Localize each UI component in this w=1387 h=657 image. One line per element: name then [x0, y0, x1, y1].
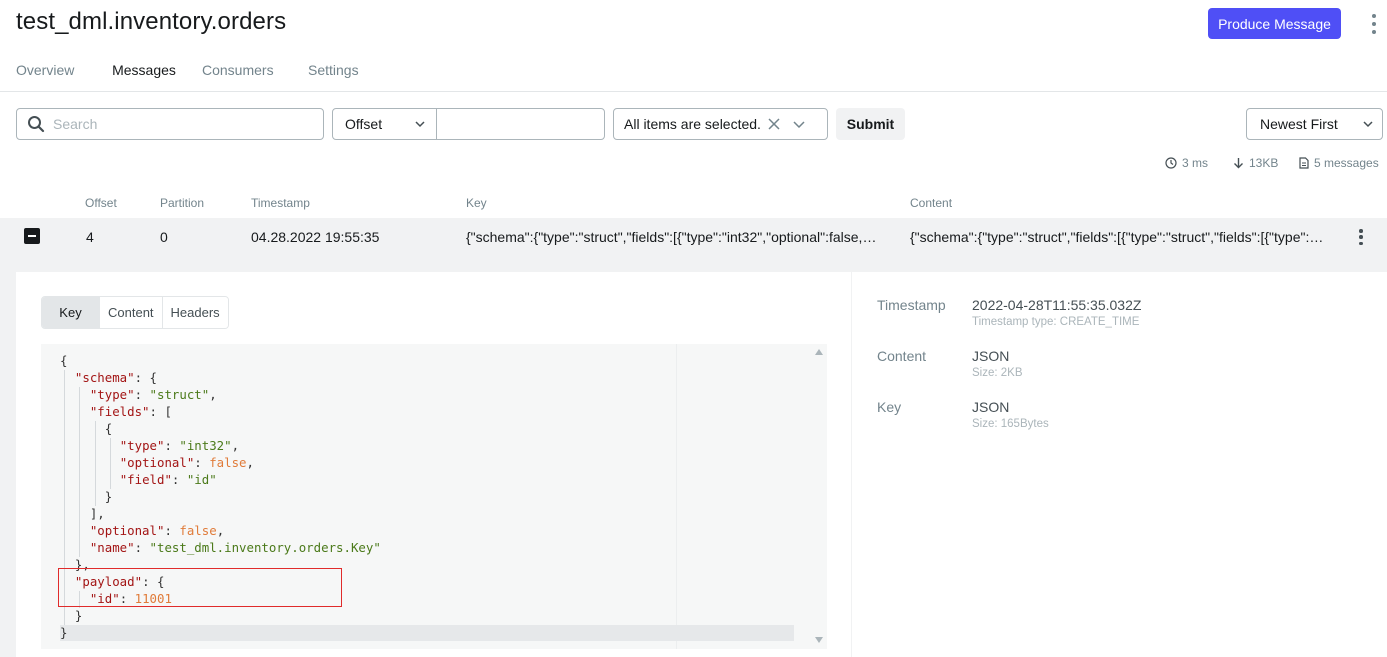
chevron-down-icon [1363, 121, 1373, 128]
row-timestamp: 04.28.2022 19:55:35 [251, 229, 380, 245]
meta-content-value: JSON [972, 348, 1010, 364]
preview-tabs: Key Content Headers [41, 296, 229, 329]
row-partition: 0 [160, 229, 168, 245]
editor-horizontal-scrollbar[interactable] [60, 625, 794, 641]
document-icon [1299, 157, 1309, 169]
code-line: { [104, 421, 113, 436]
code-line: "schema": { [74, 370, 157, 385]
row-content[interactable]: {"schema":{"type":"struct","fields":[{"t… [910, 229, 1324, 245]
row-actions-icon[interactable] [1358, 229, 1364, 245]
tab-messages[interactable]: Messages [96, 62, 192, 92]
payload-highlight [58, 568, 342, 607]
submit-button[interactable]: Submit [836, 108, 905, 140]
code-line: "type": "int32", [119, 438, 240, 453]
collapse-row-icon[interactable] [24, 228, 40, 244]
elapsed-time-value: 3 ms [1182, 156, 1209, 170]
column-header-content: Content [910, 196, 953, 210]
meta-timestamp-value: 2022-04-28T11:55:35.032Z [972, 297, 1142, 313]
meta-key-size: Size: 165Bytes [972, 418, 1049, 430]
meta-key-label: Key [877, 399, 902, 415]
search-field[interactable] [16, 108, 324, 140]
code-line: } [60, 625, 68, 640]
editor-print-margin [676, 344, 677, 649]
code-line: ], [89, 506, 105, 521]
elapsed-time-stat: 3 ms [1165, 156, 1208, 170]
scroll-down-icon[interactable] [815, 637, 823, 643]
chevron-down-icon [415, 121, 425, 128]
code-line: } [104, 489, 113, 504]
code-line: "field": "id" [119, 472, 217, 487]
seek-value-input[interactable] [436, 108, 605, 140]
tab-key[interactable]: Key [42, 297, 99, 328]
column-header-key: Key [466, 196, 487, 210]
code-line: "type": "struct", [89, 387, 217, 402]
column-header-timestamp: Timestamp [251, 196, 310, 210]
chevron-down-icon [793, 120, 805, 128]
more-options-icon[interactable] [1366, 14, 1382, 34]
clock-icon [1165, 157, 1177, 169]
seek-type-select[interactable]: Offset [332, 108, 437, 140]
arrow-down-icon [1234, 158, 1243, 169]
column-header-partition: Partition [160, 196, 205, 210]
code-line: "optional": false, [119, 455, 254, 470]
editor-vertical-scrollbar[interactable] [811, 344, 827, 649]
sort-order-select[interactable]: Newest First [1246, 108, 1383, 140]
code-line: "fields": [ [89, 404, 172, 419]
message-metadata-panel [852, 272, 1387, 657]
clear-icon[interactable] [767, 117, 781, 131]
row-key[interactable]: {"schema":{"type":"struct","fields":[{"t… [466, 229, 880, 245]
meta-timestamp-type: Timestamp type: CREATE_TIME [972, 316, 1140, 328]
messages-count-stat: 5 messages [1299, 156, 1379, 170]
seek-type-value: Offset [345, 116, 383, 132]
partitions-value: All items are selected. [624, 116, 761, 132]
scroll-up-icon[interactable] [815, 349, 823, 355]
bytes-consumed-stat: 13KB [1233, 156, 1278, 170]
tab-headers[interactable]: Headers [161, 297, 228, 328]
partitions-select[interactable]: All items are selected. [613, 108, 828, 140]
meta-content-size: Size: 2KB [972, 367, 1023, 379]
tab-overview[interactable]: Overview [16, 62, 74, 92]
produce-message-button[interactable]: Produce Message [1208, 8, 1341, 39]
code-line: "name": "test_dml.inventory.orders.Key" [89, 540, 381, 555]
page-title: test_dml.inventory.orders [16, 8, 287, 35]
sort-order-value: Newest First [1260, 116, 1338, 132]
tab-content[interactable]: Content [99, 297, 162, 328]
code-line: } [74, 608, 83, 623]
code-line: "optional": false, [89, 523, 225, 538]
messages-count-value: 5 messages [1314, 156, 1379, 170]
tab-consumers[interactable]: Consumers [202, 62, 274, 92]
search-icon [28, 116, 45, 133]
search-input[interactable] [53, 116, 293, 132]
tab-settings[interactable]: Settings [308, 62, 359, 92]
meta-content-label: Content [877, 348, 927, 364]
meta-timestamp-label: Timestamp [877, 297, 946, 313]
meta-key-value: JSON [972, 399, 1010, 415]
row-offset: 4 [86, 229, 94, 245]
bytes-consumed-value: 13KB [1249, 156, 1279, 170]
column-header-offset: Offset [85, 196, 117, 210]
code-line: { [60, 353, 68, 368]
tabs-divider [0, 91, 1387, 92]
